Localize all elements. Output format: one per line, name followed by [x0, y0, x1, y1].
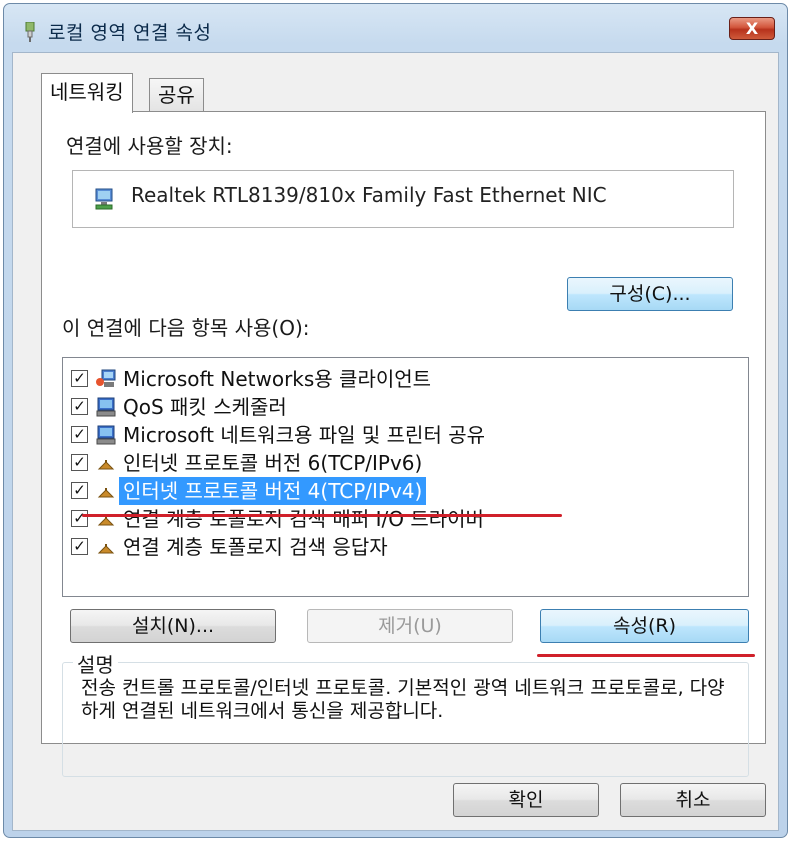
- list-item[interactable]: ✓ Microsoft Networks용 클라이언트: [71, 365, 731, 393]
- checkbox[interactable]: ✓: [71, 510, 88, 527]
- device-box: Realtek RTL8139/810x Family Fast Etherne…: [72, 170, 734, 228]
- list-item[interactable]: ✓ QoS 패킷 스케줄러: [71, 393, 731, 421]
- device-name: Realtek RTL8139/810x Family Fast Etherne…: [131, 183, 607, 207]
- window-title: 로컬 영역 연결 속성: [48, 22, 212, 44]
- list-item[interactable]: ✓ 연결 계층 토폴로지 검색 응답자: [71, 533, 731, 561]
- list-item[interactable]: ✓ 인터넷 프로토콜 버전 6(TCP/IPv6): [71, 449, 731, 477]
- item-label: 인터넷 프로토콜 버전 4(TCP/IPv4): [119, 477, 427, 505]
- remove-button[interactable]: 제거(U): [307, 609, 513, 643]
- item-label: QoS 패킷 스케줄러: [123, 395, 287, 419]
- checkbox[interactable]: ✓: [71, 426, 88, 443]
- checkbox[interactable]: ✓: [71, 398, 88, 415]
- item-label: Microsoft Networks용 클라이언트: [123, 367, 432, 391]
- install-button[interactable]: 설치(N)...: [70, 609, 276, 643]
- annotation-underline: [82, 514, 562, 517]
- description-title: 설명: [73, 649, 118, 678]
- item-label: 연결 계층 토폴로지 검색 응답자: [123, 535, 388, 559]
- networking-panel: 연결에 사용할 장치: Realtek RTL8139/810x Family …: [41, 111, 766, 777]
- tab-sharing[interactable]: 공유: [149, 78, 204, 112]
- list-item-selected[interactable]: ✓ 인터넷 프로토콜 버전 4(TCP/IPv4): [71, 477, 731, 505]
- description-group: 설명 전송 컨트롤 프로토콜/인터넷 프로토콜. 기본적인 광역 네트워크 프로…: [62, 649, 749, 777]
- item-label: 연결 계층 토폴로지 검색 매퍼 I/O 드라이버: [123, 507, 484, 531]
- properties-button[interactable]: 속성(R): [540, 609, 749, 643]
- dialog-client: 네트워킹 공유 연결에 사용할 장치: Realtek RTL8139/810x…: [12, 52, 779, 831]
- computer-service-icon: [96, 397, 116, 417]
- network-connection-icon: [25, 22, 35, 42]
- checkbox[interactable]: ✓: [71, 454, 88, 471]
- connect-using-label: 연결에 사용할 장치:: [66, 134, 233, 158]
- list-item[interactable]: ✓ 연결 계층 토폴로지 검색 매퍼 I/O 드라이버: [71, 505, 731, 533]
- network-adapter-icon: [95, 188, 113, 210]
- description-text: 전송 컨트롤 프로토콜/인터넷 프로토콜. 기본적인 광역 네트워크 프로토콜로…: [81, 677, 725, 722]
- components-list[interactable]: ✓ Microsoft Networks용 클라이언트 ✓ QoS 패킷 스케줄…: [62, 357, 749, 597]
- items-label: 이 연결에 다음 항목 사용(O):: [62, 316, 310, 340]
- protocol-icon: [97, 544, 115, 554]
- ok-button[interactable]: 확인: [453, 783, 599, 817]
- configure-button[interactable]: 구성(C)...: [567, 277, 733, 311]
- checkbox[interactable]: ✓: [71, 538, 88, 555]
- cancel-button[interactable]: 취소: [620, 783, 766, 817]
- checkbox[interactable]: ✓: [71, 370, 88, 387]
- annotation-underline: [537, 654, 755, 657]
- protocol-icon: [97, 488, 115, 498]
- checkbox[interactable]: ✓: [71, 482, 88, 499]
- network-client-icon: [96, 369, 116, 387]
- title-bar[interactable]: 로컬 영역 연결 속성 X: [4, 4, 787, 52]
- protocol-icon: [97, 516, 115, 526]
- properties-dialog: 로컬 영역 연결 속성 X 네트워킹 공유 연결에 사용할 장치: Realte…: [3, 3, 788, 838]
- computer-service-icon: [96, 425, 116, 445]
- item-label: Microsoft 네트워크용 파일 및 프린터 공유: [123, 423, 486, 447]
- tab-networking[interactable]: 네트워킹: [41, 73, 133, 113]
- protocol-icon: [97, 460, 115, 470]
- item-label: 인터넷 프로토콜 버전 6(TCP/IPv6): [123, 451, 423, 475]
- list-item[interactable]: ✓ Microsoft 네트워크용 파일 및 프린터 공유: [71, 421, 731, 449]
- close-button[interactable]: X: [729, 17, 775, 40]
